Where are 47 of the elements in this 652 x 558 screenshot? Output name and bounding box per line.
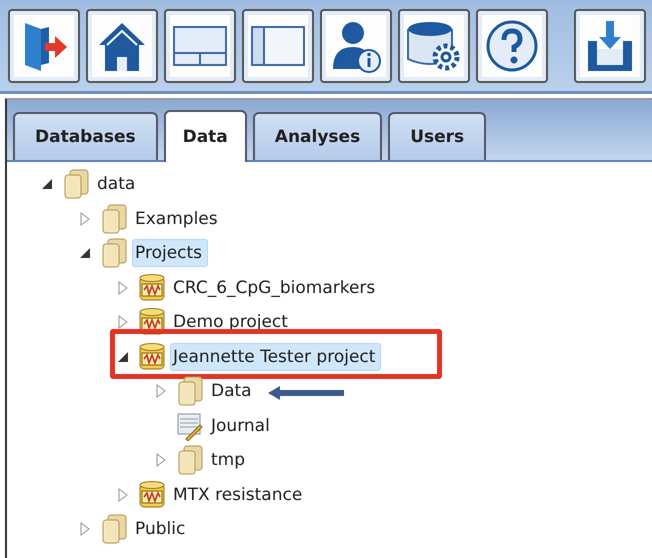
tree-item[interactable]: Demo project <box>170 308 294 336</box>
tree-item[interactable]: Jeannette Tester project <box>170 342 382 371</box>
tab[interactable]: Data <box>164 110 247 162</box>
folder-icon <box>176 445 204 476</box>
database-icon <box>138 480 166 510</box>
tree-item[interactable]: Public <box>132 515 192 544</box>
sidebar-layout-icon <box>251 26 305 66</box>
folder-icon <box>100 204 128 234</box>
help-button[interactable] <box>476 8 548 82</box>
tree-item[interactable]: CRC_6_CpG_biomarkers <box>170 274 382 302</box>
expand-toggle[interactable] <box>116 280 130 295</box>
import-button[interactable] <box>574 8 646 82</box>
expand-toggle[interactable] <box>78 522 92 536</box>
tree-item[interactable]: Examples <box>132 204 224 233</box>
folder-icon <box>176 376 204 406</box>
question-mark-icon <box>485 18 539 72</box>
journal-icon <box>176 410 204 441</box>
tree-item[interactable]: tmp <box>208 446 252 474</box>
tree-item[interactable]: Projects <box>132 239 208 268</box>
tree-item[interactable]: MTX resistance <box>170 480 308 509</box>
collapse-toggle[interactable] <box>78 246 92 260</box>
sidebar-button[interactable] <box>242 8 314 82</box>
layout-button[interactable] <box>164 8 236 82</box>
database-icon <box>138 342 166 372</box>
exit-button[interactable] <box>8 8 80 82</box>
database-settings-button[interactable] <box>398 8 470 82</box>
home-button[interactable] <box>86 8 158 82</box>
tree-item[interactable]: Data <box>208 377 258 406</box>
expand-toggle[interactable] <box>78 212 92 226</box>
tab[interactable]: Users <box>388 112 486 160</box>
folder-icon <box>100 238 128 268</box>
download-tray-icon <box>585 18 635 72</box>
expand-toggle[interactable] <box>116 488 130 502</box>
expand-toggle[interactable] <box>154 384 168 398</box>
expand-toggle[interactable] <box>154 453 168 468</box>
tab[interactable]: Databases <box>13 112 158 160</box>
database-icon <box>138 272 166 303</box>
tree-item[interactable]: Journal <box>208 412 276 440</box>
user-info-button[interactable] <box>320 8 392 82</box>
tree-item[interactable]: data <box>94 170 142 198</box>
collapse-toggle[interactable] <box>40 177 54 192</box>
tab[interactable]: Analyses <box>252 112 382 160</box>
split-layout-icon <box>173 26 227 66</box>
collapse-toggle[interactable] <box>116 350 130 364</box>
folder-icon <box>100 514 128 544</box>
folder-icon <box>62 169 90 200</box>
expand-toggle[interactable] <box>116 315 130 330</box>
